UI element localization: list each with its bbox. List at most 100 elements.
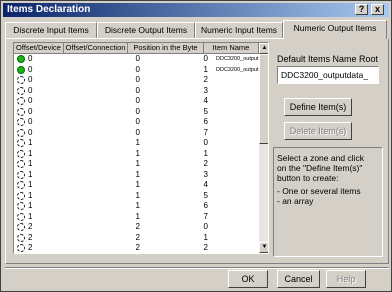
cell-position: 7	[203, 211, 208, 221]
cell-position: 1	[203, 64, 208, 74]
cell-offset-device: 1	[28, 138, 33, 147]
cell-offset-device: 1	[28, 211, 33, 221]
cell-offset-connection: 1	[135, 190, 140, 200]
row-status-icon	[17, 86, 25, 95]
row-status-icon	[17, 118, 25, 126]
tab-discrete-output-items[interactable]: Discrete Output Items	[97, 22, 195, 38]
defined-status-icon	[17, 55, 25, 63]
cell-offset-device: 1	[28, 180, 33, 189]
tab-numeric-input-items[interactable]: Numeric Input Items	[195, 22, 283, 38]
table-row[interactable]: 1 1 5	[14, 191, 259, 201]
table-row[interactable]: 0 0 2	[14, 75, 259, 85]
table-row[interactable]: 1 1 1	[14, 149, 259, 159]
cell-offset-connection: 0	[135, 127, 140, 137]
grid-vertical-scrollbar[interactable]: ▲ ▼	[259, 43, 268, 253]
items-grid[interactable]: Offset/Device Offset/Connection Position…	[13, 42, 269, 254]
info-box: Select a zone and click on the "Define I…	[273, 147, 383, 257]
default-name-root-input[interactable]: DDC3200_outputdata_	[277, 66, 379, 84]
cell-item	[216, 191, 259, 201]
undefined-status-icon	[17, 244, 25, 252]
cancel-button[interactable]: Cancel	[277, 270, 320, 288]
cell-position: 6	[203, 201, 208, 210]
undefined-status-icon	[17, 107, 25, 116]
cell-offset-device: 1	[28, 201, 33, 210]
cell-item	[216, 96, 259, 106]
cell-item	[216, 128, 259, 138]
undefined-status-icon	[17, 223, 25, 231]
scroll-thumb[interactable]	[259, 54, 268, 144]
undefined-status-icon	[17, 97, 25, 105]
table-row[interactable]: 1 1 0	[14, 138, 259, 148]
help-button[interactable]: Help	[326, 270, 366, 288]
table-row[interactable]: 2 2 0	[14, 222, 259, 232]
cell-position: 5	[203, 106, 208, 116]
define-items-button[interactable]: Define Item(s)	[284, 98, 352, 116]
cell-item	[216, 117, 259, 127]
cell-offset-device: 1	[28, 169, 33, 179]
table-row[interactable]: 1 1 6	[14, 201, 259, 211]
cell-item: DDC3200_output	[216, 66, 259, 73]
col-item-name[interactable]: Item Name	[204, 43, 259, 54]
table-row[interactable]: 2 2 2	[14, 243, 259, 253]
cell-offset-connection: 0	[135, 85, 140, 95]
undefined-status-icon	[17, 76, 25, 84]
row-status-icon	[17, 65, 25, 74]
table-row[interactable]: 0 0 3	[14, 86, 259, 96]
cell-offset-connection: 0	[135, 106, 140, 116]
close-title-button[interactable]: x	[371, 4, 384, 15]
cell-offset-device: 0	[28, 117, 33, 126]
cell-position: 5	[203, 190, 208, 200]
title-bar: Items Declaration ? x	[3, 3, 389, 17]
col-offset-device[interactable]: Offset/Device	[14, 43, 64, 54]
col-offset-connection[interactable]: Offset/Connection	[64, 43, 128, 54]
table-row[interactable]: 1 1 7	[14, 212, 259, 222]
scroll-up-arrow-icon[interactable]: ▲	[259, 43, 268, 54]
delete-items-button[interactable]: Delete Item(s)	[284, 122, 352, 140]
cell-item	[216, 212, 259, 222]
scroll-down-arrow-icon[interactable]: ▼	[259, 242, 268, 253]
table-row[interactable]: 0 0 5	[14, 107, 259, 117]
table-row[interactable]: 0 0 1 DDC3200_output	[14, 65, 259, 75]
table-row[interactable]: 0 0 7	[14, 128, 259, 138]
cell-position: 0	[203, 222, 208, 231]
row-status-icon	[17, 76, 25, 84]
table-row[interactable]: 0 0 4	[14, 96, 259, 106]
table-row[interactable]: 2 2 1	[14, 233, 259, 243]
row-status-icon	[17, 55, 25, 63]
table-row[interactable]: 0 0 6	[14, 117, 259, 127]
row-status-icon	[17, 212, 25, 221]
cell-position: 2	[203, 75, 208, 84]
cell-item	[216, 170, 259, 180]
table-row[interactable]: 1 1 4	[14, 180, 259, 190]
cell-offset-device: 0	[28, 106, 33, 116]
undefined-status-icon	[17, 160, 25, 168]
cell-position: 0	[203, 138, 208, 147]
table-row[interactable]: 1 1 2	[14, 159, 259, 169]
cell-item	[216, 149, 259, 159]
help-title-button[interactable]: ?	[355, 4, 368, 15]
row-status-icon	[17, 233, 25, 242]
undefined-status-icon	[17, 118, 25, 126]
cell-item	[216, 159, 259, 169]
footer-separator	[5, 267, 389, 269]
col-position-in-byte[interactable]: Position in the Byte	[128, 43, 204, 54]
undefined-status-icon	[17, 128, 25, 137]
cell-offset-device: 1	[28, 159, 33, 168]
tab-numeric-output-items[interactable]: Numeric Output Items	[283, 20, 387, 39]
cell-item	[216, 201, 259, 211]
row-status-icon	[17, 170, 25, 179]
defined-status-icon	[17, 65, 25, 74]
cell-item: DDC3200_output	[216, 56, 259, 62]
cell-position: 3	[203, 85, 208, 95]
table-row[interactable]: 0 0 0 DDC3200_output	[14, 54, 259, 64]
cell-item	[216, 107, 259, 117]
undefined-status-icon	[17, 181, 25, 189]
cell-offset-connection: 2	[135, 232, 140, 242]
tab-discrete-input-items[interactable]: Discrete Input Items	[5, 22, 97, 38]
cell-item	[216, 222, 259, 232]
ok-button[interactable]: OK	[228, 270, 268, 288]
cell-offset-device: 0	[28, 127, 33, 137]
tab-strip: Discrete Input Items Discrete Output Ite…	[5, 20, 389, 39]
cell-offset-connection: 1	[135, 169, 140, 179]
table-row[interactable]: 1 1 3	[14, 170, 259, 180]
